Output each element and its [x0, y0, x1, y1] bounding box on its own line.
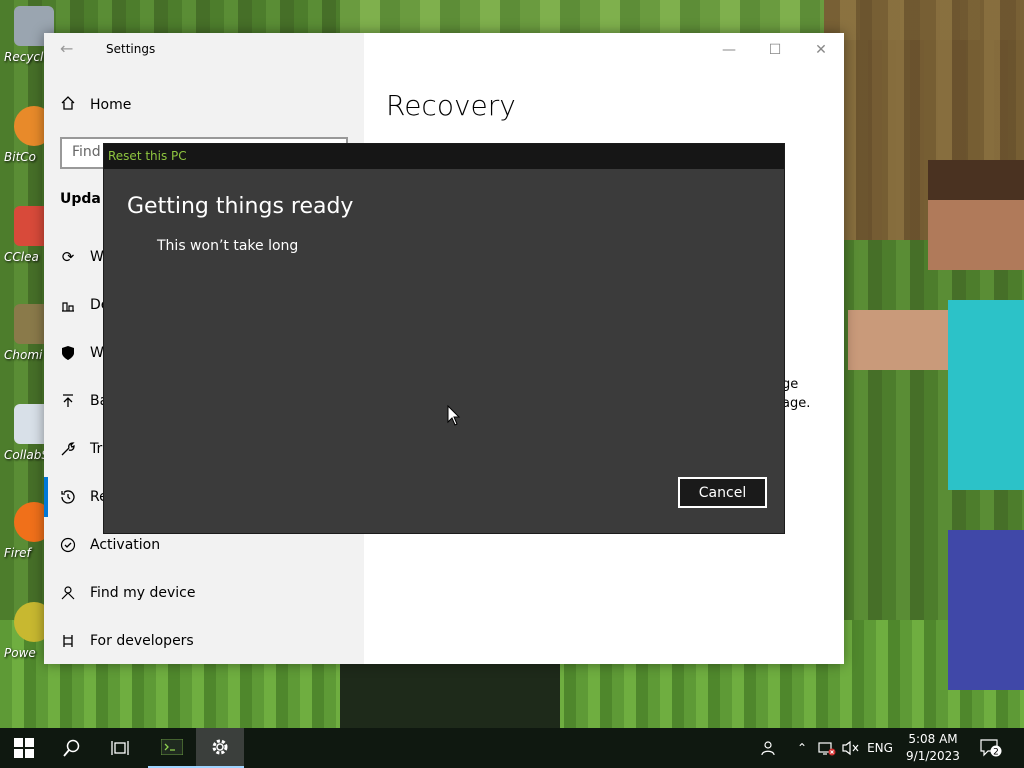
- action-center-button[interactable]: 2: [976, 728, 1006, 768]
- search-placeholder: Find: [72, 144, 101, 160]
- wallpaper-character: [848, 150, 1024, 710]
- reset-pc-dialog: Reset this PC Getting things ready This …: [103, 143, 785, 534]
- window-title: Settings: [106, 42, 156, 56]
- nav-item-find-my-device[interactable]: Find my device: [60, 585, 196, 601]
- nav-item-delivery-optimization[interactable]: De: [60, 297, 109, 313]
- dialog-title: Reset this PC: [108, 149, 187, 163]
- start-button[interactable]: [0, 728, 48, 768]
- terminal-icon: [161, 739, 183, 755]
- minimize-button[interactable]: —: [706, 37, 752, 63]
- shield-icon: [60, 345, 76, 361]
- nav-item-recovery[interactable]: Re: [44, 477, 108, 517]
- home-icon: [60, 95, 76, 115]
- nav-home-label: Home: [90, 97, 132, 113]
- history-icon: [60, 489, 76, 505]
- dialog-heading: Getting things ready: [127, 194, 354, 219]
- network-disconnected-icon: [818, 742, 836, 756]
- task-view-icon: [111, 741, 129, 755]
- taskbar: ⌃ ENG 5:08 AM 9/1/2023 2: [0, 728, 1024, 768]
- volume-muted-icon: [842, 740, 859, 756]
- developer-icon: [60, 633, 76, 649]
- taskbar-app-settings[interactable]: [196, 728, 244, 768]
- language-indicator[interactable]: ENG: [864, 728, 896, 768]
- show-hidden-icons-button[interactable]: ⌃: [792, 728, 812, 768]
- dialog-subtext: This won’t take long: [157, 238, 299, 254]
- nav-item-troubleshoot[interactable]: Tr: [60, 441, 102, 457]
- cancel-button[interactable]: Cancel: [678, 477, 767, 508]
- people-button[interactable]: [754, 728, 780, 768]
- volume-button[interactable]: [840, 728, 862, 768]
- network-status-button[interactable]: [816, 728, 838, 768]
- nav-item-windows-security[interactable]: W: [60, 345, 104, 361]
- clock-date: 9/1/2023: [906, 749, 960, 763]
- people-icon: [761, 741, 775, 756]
- check-circle-icon: [60, 537, 76, 553]
- backup-arrow-icon: [60, 393, 76, 409]
- clock[interactable]: 5:08 AM 9/1/2023: [898, 731, 968, 765]
- gear-icon: [212, 739, 228, 755]
- search-icon: [63, 739, 80, 757]
- nav-item-for-developers[interactable]: For developers: [60, 633, 194, 649]
- nav-item-windows-update[interactable]: ⟳ W: [60, 248, 104, 266]
- notification-icon: 2: [980, 739, 1002, 757]
- content-text-fragment: age.: [782, 396, 811, 411]
- task-view-button[interactable]: [96, 728, 144, 768]
- clock-time: 5:08 AM: [908, 732, 958, 746]
- chevron-up-icon: ⌃: [796, 741, 808, 755]
- back-arrow-icon[interactable]: ←: [60, 39, 73, 58]
- person-search-icon: [60, 585, 76, 601]
- page-title: Recovery: [386, 89, 516, 122]
- windows-logo-icon: [14, 738, 34, 758]
- search-button[interactable]: [48, 728, 96, 768]
- nav-item-activation[interactable]: Activation: [60, 537, 160, 553]
- notification-count: 2: [993, 748, 999, 758]
- nav-section-heading: Upda: [60, 191, 101, 207]
- mouse-cursor-icon: [447, 405, 461, 426]
- sync-icon: ⟳: [61, 248, 75, 266]
- taskbar-app-terminal[interactable]: [148, 728, 196, 768]
- nav-item-backup[interactable]: Ba: [60, 393, 108, 409]
- nav-home[interactable]: Home: [60, 95, 131, 115]
- delivery-icon: [60, 297, 76, 313]
- dialog-titlebar: Reset this PC: [104, 144, 784, 169]
- wrench-icon: [60, 441, 76, 457]
- close-button[interactable]: ✕: [798, 37, 844, 63]
- maximize-button[interactable]: ☐: [752, 37, 798, 63]
